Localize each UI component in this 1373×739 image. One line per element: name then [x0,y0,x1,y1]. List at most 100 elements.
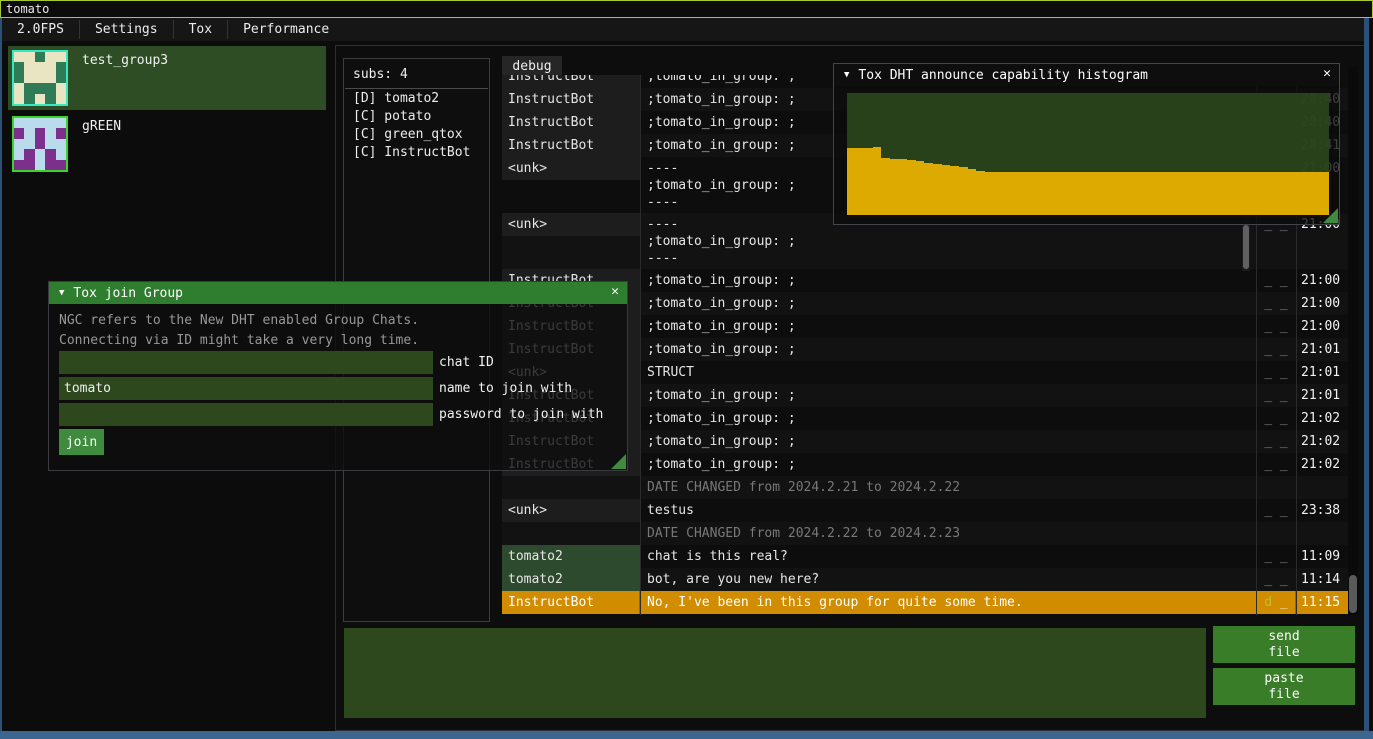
member-item[interactable]: [C] potato [344,107,489,125]
member-item[interactable]: [D] tomato2 [344,89,489,107]
join-password-input[interactable] [59,403,433,426]
histogram-bar [1054,172,1063,215]
chat-row[interactable]: <unk>testus_ _23:38 [502,499,1348,522]
histogram-titlebar[interactable]: ▼ Tox DHT announce capability histogram … [834,64,1339,86]
histogram-title: Tox DHT announce capability histogram [858,68,1148,83]
chat-row[interactable]: InstructBot;tomato_in_group: ;_ _21:00 [502,269,1348,292]
histogram-bar [1002,172,1011,215]
timestamp: 21:00 [1296,315,1348,338]
chat-id-input[interactable] [59,351,433,374]
status-cell: _ _ [1256,292,1296,315]
histogram-bar [1183,172,1192,215]
status-cell: _ _ [1256,545,1296,568]
histogram-bar [1260,172,1269,215]
resize-grip[interactable] [611,454,626,469]
join-hint-line1: NGC refers to the New DHT enabled Group … [59,313,419,328]
histogram-bar [1079,172,1088,215]
histogram-bar [924,163,933,215]
histogram-bar [1088,172,1097,215]
sender-cell [502,476,640,499]
tab-debug[interactable]: debug [502,56,562,77]
timestamp: 21:01 [1296,384,1348,407]
sender-cell: InstructBot [502,75,640,88]
chat-row[interactable]: InstructBot;tomato_in_group: ;_ _21:02 [502,407,1348,430]
close-icon[interactable]: ✕ [611,284,619,299]
message-cell: ;tomato_in_group: ; [640,384,1256,407]
histogram-bar [890,159,899,215]
histogram-bar [1200,172,1209,215]
histogram-bar [950,166,959,215]
chat-row[interactable]: DATE CHANGED from 2024.2.22 to 2024.2.23 [502,522,1348,545]
window-border-right [1364,18,1369,739]
status-cell: _ _ [1256,430,1296,453]
join-group-titlebar[interactable]: ▼ Tox join Group ✕ [49,282,627,304]
chat-row[interactable]: DATE CHANGED from 2024.2.21 to 2024.2.22 [502,476,1348,499]
collapse-arrow-icon[interactable]: ▼ [49,288,73,298]
histogram-bar [1303,172,1312,215]
menu-item-performance[interactable]: Performance [228,18,344,41]
chat-row[interactable]: tomato2bot, are you new here?_ _11:14 [502,568,1348,591]
message-cell: ;tomato_in_group: ; [640,430,1256,453]
histogram-bar [1071,172,1080,215]
timestamp: 11:09 [1296,545,1348,568]
chat-row[interactable]: InstructBot;tomato_in_group: ;_ _21:00 [502,292,1348,315]
message-input[interactable] [344,628,1206,718]
histogram-bar [1234,172,1243,215]
join-group-window: ▼ Tox join Group ✕ NGC refers to the New… [48,281,628,471]
status-cell: _ _ [1256,499,1296,522]
menu-item-2-0fps: 2.0FPS [2,18,79,41]
status-cell: _ _ [1256,384,1296,407]
histogram-bar [933,164,942,215]
room-item-gREEN[interactable]: gREEN [8,112,326,176]
chat-scrollbar-thumb[interactable] [1349,575,1357,613]
histogram-bar [1131,172,1140,215]
chat-row[interactable]: InstructBot;tomato_in_group: ;_ _21:01 [502,338,1348,361]
menu-item-settings[interactable]: Settings [80,18,173,41]
histogram-bar [1028,172,1037,215]
menu-bar: 2.0FPSSettingsToxPerformance [2,18,1364,41]
histogram-bar [1243,172,1252,215]
histogram-bar [985,172,994,215]
histogram-bar [864,148,873,215]
histogram-bar [1174,172,1183,215]
chat-row[interactable]: <unk>STRUCT_ _21:01 [502,361,1348,384]
member-item[interactable]: [C] InstructBot [344,143,489,161]
room-item-test_group3[interactable]: test_group3 [8,46,326,110]
histogram-plot [847,93,1329,215]
member-item[interactable]: [C] green_qtox [344,125,489,143]
menu-item-tox[interactable]: Tox [174,18,227,41]
resize-grip[interactable] [1323,208,1338,223]
histogram-bar [881,158,890,215]
chat-row[interactable]: InstructBot;tomato_in_group: ;_ _21:02 [502,453,1348,476]
room-avatar [12,50,68,106]
chat-row[interactable]: InstructBotNo, I've been in this group f… [502,591,1348,614]
chat-scrollbar[interactable] [1348,67,1358,615]
room-name: test_group3 [82,53,168,68]
histogram-bar [1252,172,1261,215]
timestamp: 21:02 [1296,453,1348,476]
status-cell [1256,476,1296,499]
histogram-bar [907,160,916,215]
join-button[interactable]: join [59,429,104,455]
chat-row[interactable]: InstructBot;tomato_in_group: ;_ _21:00 [502,315,1348,338]
collapse-arrow-icon[interactable]: ▼ [834,70,858,80]
chat-row[interactable]: InstructBot;tomato_in_group: ;_ _21:01 [502,384,1348,407]
histogram-bar [1226,172,1235,215]
histogram-bar [1209,172,1218,215]
subs-count: subs: 4 [344,59,489,88]
sender-cell: tomato2 [502,568,640,591]
close-icon[interactable]: ✕ [1323,66,1331,81]
histogram-bar [1140,172,1149,215]
status-cell: _ _ [1256,361,1296,384]
chat-row[interactable]: InstructBot;tomato_in_group: ;_ _21:02 [502,430,1348,453]
histogram-bar [1157,172,1166,215]
paste-file-button[interactable]: paste file [1213,668,1355,705]
send-file-button[interactable]: send file [1213,626,1355,663]
join-name-input[interactable] [59,377,433,400]
message-cell-scrollbar-thumb[interactable] [1243,225,1249,269]
histogram-bar [1217,172,1226,215]
status-cell: _ _ [1256,453,1296,476]
message-cell: ;tomato_in_group: ; [640,407,1256,430]
window-titlebar[interactable]: tomato [0,0,1373,18]
chat-row[interactable]: tomato2chat is this real?_ _11:09 [502,545,1348,568]
